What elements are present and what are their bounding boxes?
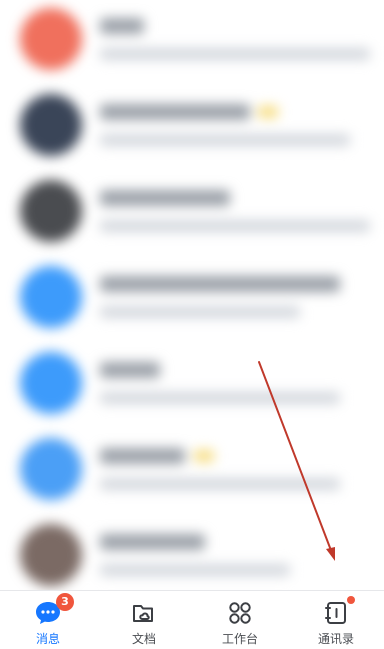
notification-dot [347,596,355,604]
avatar [20,180,82,242]
chat-bubble-icon: 3 [34,593,74,627]
chat-title-placeholder [100,362,160,378]
chat-preview-placeholder [100,392,340,404]
chat-preview-placeholder [100,564,290,576]
avatar [20,266,82,328]
chat-row[interactable] [0,258,384,344]
chat-preview-placeholder [100,478,340,490]
avatar [20,352,82,414]
tab-workbench[interactable]: 工作台 [192,591,288,649]
tab-label: 通讯录 [317,632,354,646]
tag-badge [258,106,278,118]
tab-messages[interactable]: 3 消息 [0,591,96,649]
chat-preview-placeholder [100,306,300,318]
tag-badge [194,450,214,462]
chat-row[interactable] [0,344,384,430]
chat-title-placeholder [100,190,230,206]
chat-list[interactable] [0,0,384,590]
chat-preview-placeholder [100,48,370,60]
contacts-book-icon [322,596,355,627]
avatar [20,94,82,156]
bottom-tab-bar: 3 消息 文档 工作台 通讯录 [0,590,384,649]
workbench-grid-icon [226,599,254,627]
chat-title-placeholder [100,448,185,464]
folder-cloud-icon [130,599,158,627]
tab-label: 文档 [131,632,156,646]
avatar [20,524,82,586]
chat-row[interactable] [0,172,384,258]
tab-label: 工作台 [221,632,258,646]
tab-label: 消息 [35,632,60,646]
chat-title-placeholder [100,276,340,292]
tab-contacts[interactable]: 通讯录 [288,591,384,649]
chat-row[interactable] [0,0,384,86]
chat-title-placeholder [100,534,205,550]
chat-preview-placeholder [100,220,370,232]
avatar [20,438,82,500]
chat-preview-placeholder [100,134,350,146]
unread-badge: 3 [56,593,74,611]
chat-row[interactable] [0,86,384,172]
chat-row[interactable] [0,516,384,590]
chat-row[interactable] [0,430,384,516]
avatar [20,8,82,70]
tab-docs[interactable]: 文档 [96,591,192,649]
chat-title-placeholder [100,104,250,120]
chat-title-placeholder [100,18,144,34]
